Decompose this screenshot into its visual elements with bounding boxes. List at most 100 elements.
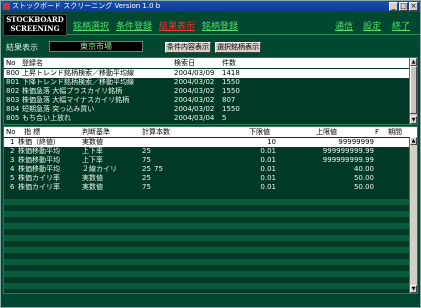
menu-condition-register[interactable]: 条件登録: [116, 19, 152, 32]
empty-row-stripe: [4, 283, 409, 289]
condition-row[interactable]: 2 株価移動平均 上下率 25 0.01 999999999.99: [4, 147, 409, 156]
empty-row-stripe: [4, 235, 409, 241]
cell-no: 3: [10, 156, 15, 164]
cell-indicator: 株価移動平均: [18, 147, 60, 155]
cell-no: 1: [10, 138, 15, 146]
condition-row[interactable]: 1 株価（終値） 実数値 10 99999999: [4, 138, 409, 147]
col-period: 期間: [388, 128, 402, 136]
header-divider: [67, 34, 420, 35]
empty-row-stripe: [4, 223, 409, 229]
cell-calc1: 75: [142, 156, 151, 164]
maximize-button[interactable]: □: [399, 2, 408, 11]
result-row[interactable]: 801 下降トレンド銘柄検索／移動平均線 2004/03/02 1550: [4, 78, 409, 87]
empty-row-stripe: [4, 211, 409, 217]
cell-date: 2004/03/02: [174, 105, 215, 113]
cell-upper: 50.00: [353, 174, 374, 182]
cell-date: 2004/03/02: [174, 87, 215, 95]
menu-communication[interactable]: 通信: [335, 19, 353, 32]
result-row[interactable]: 800 上昇トレンド銘柄検索／移動平均線 2004/03/09 1418: [4, 69, 409, 78]
conditions-header: No 指 標 判断基準 計算本数 下限値 上限値 F 期間: [4, 127, 417, 137]
show-conditions-button[interactable]: 条件内容表示: [165, 42, 211, 53]
result-row[interactable]: 803 株価急落 大幅マイナスカイリ銘柄 2004/03/02 807: [4, 96, 409, 105]
empty-row-stripe: [4, 247, 409, 253]
cell-name: 上昇トレンド銘柄検索／移動平均線: [22, 69, 134, 77]
menu-settings[interactable]: 設定: [363, 19, 381, 32]
scroll-up-icon[interactable]: ▲: [410, 137, 417, 145]
cell-upper: 40.00: [353, 165, 374, 173]
result-row[interactable]: 802 株価急落 大幅プラスカイリ銘柄 2004/03/02 1550: [4, 87, 409, 96]
condition-row[interactable]: 3 株価移動平均 上下率 75 0.01 999999999.99: [4, 156, 409, 165]
scroll-down-icon[interactable]: ▼: [410, 285, 417, 293]
cell-name: 短期急落 突っ込み買い: [22, 105, 95, 113]
result-row[interactable]: 804 短期急落 突っ込み買い 2004/03/02 1550: [4, 105, 409, 114]
cell-lower: 0.01: [260, 165, 276, 173]
result-label: 結果表示: [6, 43, 38, 52]
cell-lower: 0.01: [260, 174, 276, 182]
cell-lower: 10: [267, 138, 276, 146]
cell-no: 801: [6, 78, 20, 86]
scroll-thumb[interactable]: [410, 66, 417, 114]
scroll-down-icon[interactable]: ▼: [410, 116, 417, 124]
menu-exit[interactable]: 終了: [392, 19, 410, 32]
cell-upper: 50.00: [353, 183, 374, 191]
col-lower: 下限値: [249, 128, 270, 136]
cell-count: 5: [222, 114, 227, 122]
cell-upper: 999999999.99: [322, 147, 374, 155]
cell-date: 2004/03/02: [174, 96, 215, 104]
cell-criterion: 実数値: [82, 174, 103, 182]
app-logo: STOCKBOARD SCREENING: [3, 14, 67, 36]
menu-brand-register[interactable]: 銘柄登録: [202, 19, 238, 32]
cell-upper: 999999999.99: [322, 156, 374, 164]
cell-no: 6: [10, 183, 15, 191]
col-no: No: [6, 128, 16, 136]
cell-no: 800: [6, 69, 20, 77]
menu-brand-select[interactable]: 銘柄選択: [73, 19, 109, 32]
scroll-up-icon[interactable]: ▲: [410, 58, 417, 66]
cell-indicator: 株価カイリ率: [18, 174, 60, 182]
col-criterion: 判断基準: [82, 128, 110, 136]
cell-count: 1418: [222, 69, 240, 77]
cell-calc1: 25: [142, 165, 151, 173]
cell-criterion: 上下率: [82, 156, 103, 164]
show-selected-brands-button[interactable]: 選択銘柄表示: [215, 42, 261, 53]
conditions-scrollbar[interactable]: ▲ ▼: [409, 137, 417, 293]
cell-criterion: ２線カイリ: [82, 165, 117, 173]
cell-no: 2: [10, 147, 15, 155]
cell-criterion: 上下率: [82, 147, 103, 155]
cell-date: 2004/03/02: [174, 78, 215, 86]
cell-indicator: 株価カイリ率: [18, 183, 60, 191]
cell-count: 1550: [222, 105, 240, 113]
cell-name: もち合い上放れ: [22, 114, 71, 122]
conditions-table: No 指 標 判断基準 計算本数 下限値 上限値 F 期間 1 株価（終値） 実数値…: [3, 126, 418, 294]
empty-row-stripe: [4, 271, 409, 277]
cell-no: 804: [6, 105, 20, 113]
cell-indicator: 株価移動平均: [18, 156, 60, 164]
cell-name: 株価急落 大幅マイナスカイリ銘柄: [22, 96, 130, 104]
logo-line1: STOCKBOARD: [6, 15, 64, 24]
cell-date: 2004/03/09: [174, 69, 215, 77]
condition-row[interactable]: 4 株価移動平均 ２線カイリ 25 75 0.01 40.00: [4, 165, 409, 174]
col-calc: 計算本数: [142, 128, 170, 136]
condition-row[interactable]: 5 株価カイリ率 実数値 25 0.01 50.00: [4, 174, 409, 183]
empty-row-stripe: [4, 259, 409, 265]
cell-name: 株価急落 大幅プラスカイリ銘柄: [22, 87, 123, 95]
col-count: 件数: [222, 59, 236, 67]
minimize-button[interactable]: _: [389, 2, 398, 11]
app-icon: [3, 3, 10, 10]
cell-indicator: 株価移動平均: [18, 165, 60, 173]
col-upper: 上限値: [316, 128, 337, 136]
cell-indicator: 株価（終値）: [18, 138, 60, 146]
cell-criterion: 実数値: [82, 183, 103, 191]
result-row[interactable]: 805 もち合い上放れ 2004/03/04 5: [4, 114, 409, 123]
close-button[interactable]: ×: [409, 2, 418, 11]
market-field[interactable]: 東京市場: [49, 41, 143, 52]
cell-lower: 0.01: [260, 147, 276, 155]
title-bar: ストックボード スクリーニング Version 1.0 b _ □ ×: [1, 1, 420, 12]
cell-criterion: 実数値: [82, 138, 103, 146]
menu-result-view[interactable]: 結果表示: [159, 19, 195, 32]
results-scrollbar[interactable]: ▲ ▼: [409, 58, 417, 124]
condition-row[interactable]: 6 株価カイリ率 実数値 75 0.01 50.00: [4, 183, 409, 192]
col-f: F: [375, 128, 380, 136]
col-date: 検索日: [174, 59, 195, 67]
cell-calc1: 75: [142, 183, 151, 191]
